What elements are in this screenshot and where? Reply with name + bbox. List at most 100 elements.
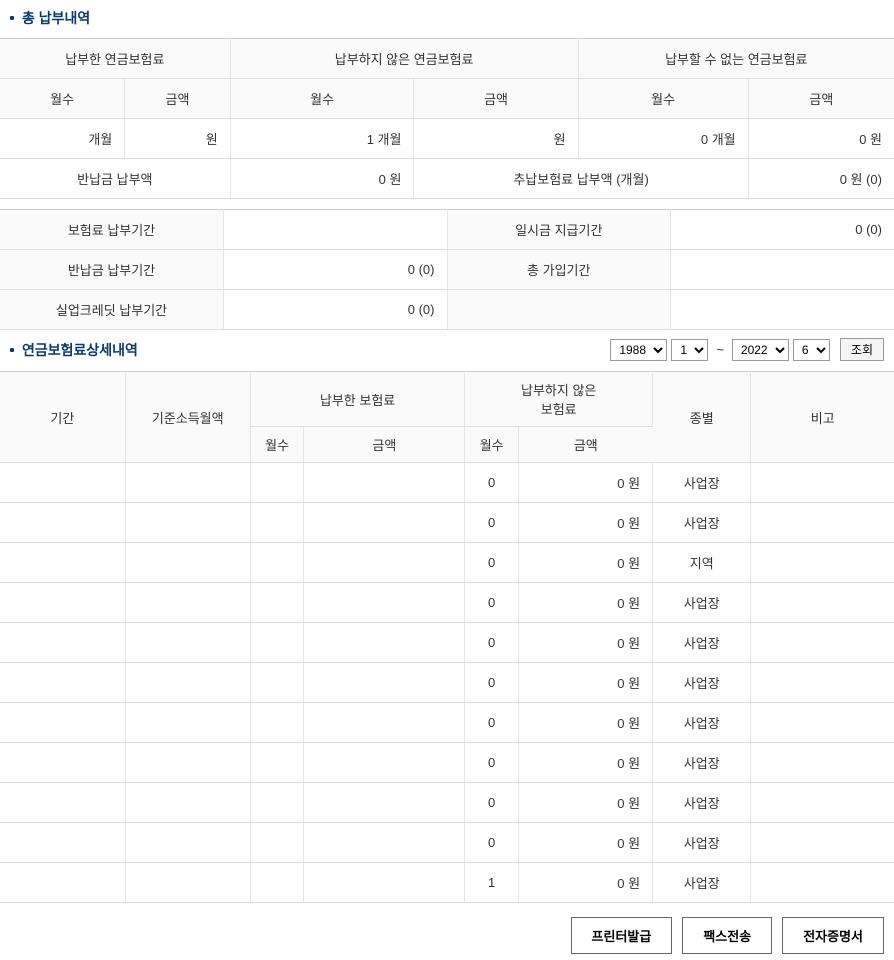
- cell-period: [0, 743, 125, 783]
- cell-paid-months: [250, 463, 304, 503]
- cell-type: 사업장: [653, 663, 751, 703]
- cell-baseincome: [125, 703, 250, 743]
- cell-remark: [751, 703, 894, 743]
- cell-unpaid-amount: 0 원: [518, 863, 652, 903]
- cell-paid-amount: [304, 503, 465, 543]
- cell-period: [0, 863, 125, 903]
- refund-val: 0 원: [230, 159, 414, 199]
- cell-period: [0, 703, 125, 743]
- th-amount: 금액: [518, 427, 652, 463]
- th-months: 월수: [250, 427, 304, 463]
- th-unpaid: 납부하지 않은 연금보험료: [230, 39, 578, 79]
- print-button[interactable]: 프린터발급: [571, 917, 673, 954]
- year-from-select[interactable]: 1988: [610, 339, 667, 361]
- cell-period: [0, 623, 125, 663]
- cell-type: 사업장: [653, 583, 751, 623]
- cell-period: [0, 823, 125, 863]
- th-paid: 납부한 연금보험료: [0, 39, 230, 79]
- table-row: 00 원사업장: [0, 503, 894, 543]
- refund-period-label: 반납금 납부기간: [0, 250, 224, 290]
- cell-remark: [751, 863, 894, 903]
- cell-period: [0, 503, 125, 543]
- table-row: 00 원사업장: [0, 783, 894, 823]
- cert-button[interactable]: 전자증명서: [782, 917, 884, 954]
- bullet-icon: [10, 348, 14, 352]
- addpay-val: 0 원 (0): [748, 159, 894, 199]
- paid-amount: 원: [125, 119, 230, 159]
- cell-unpaid-months: 0: [465, 783, 519, 823]
- cell-unpaid-amount: 0 원: [518, 743, 652, 783]
- unemployment-credit-label: 실업크레딧 납부기간: [0, 290, 224, 330]
- cell-unpaid-months: 1: [465, 863, 519, 903]
- title-text-2: 연금보험료상세내역: [22, 340, 138, 360]
- cell-type: 사업장: [653, 783, 751, 823]
- table-row: 00 원사업장: [0, 823, 894, 863]
- cell-unpaid-months: 0: [465, 703, 519, 743]
- fax-button[interactable]: 팩스전송: [682, 917, 772, 954]
- period-val: [224, 210, 448, 250]
- cell-unpaid-amount: 0 원: [518, 663, 652, 703]
- th-amount: 금액: [748, 79, 894, 119]
- th-month: 월수: [0, 79, 125, 119]
- refund-label: 반납금 납부액: [0, 159, 230, 199]
- cell-baseincome: [125, 743, 250, 783]
- cell-paid-months: [250, 703, 304, 743]
- cell-unpaid-amount: 0 원: [518, 703, 652, 743]
- lumpsum-label: 일시금 지급기간: [447, 210, 671, 250]
- cell-remark: [751, 463, 894, 503]
- year-to-select[interactable]: 2022: [732, 339, 789, 361]
- th-unpaid: 납부하지 않은 보험료: [465, 372, 653, 427]
- cell-period: [0, 783, 125, 823]
- th-amount: 금액: [125, 79, 230, 119]
- th-amount: 금액: [304, 427, 465, 463]
- excl-months: 0 개월: [578, 119, 748, 159]
- section-title-detail: 연금보험료상세내역: [10, 340, 138, 360]
- cell-paid-amount: [304, 463, 465, 503]
- cell-paid-months: [250, 863, 304, 903]
- cell-paid-months: [250, 583, 304, 623]
- cell-remark: [751, 743, 894, 783]
- table-row: 00 원사업장: [0, 743, 894, 783]
- cell-unpaid-months: 0: [465, 543, 519, 583]
- cell-period: [0, 543, 125, 583]
- th-baseincome: 기준소득월액: [125, 372, 250, 463]
- cell-baseincome: [125, 503, 250, 543]
- cell-paid-amount: [304, 583, 465, 623]
- cell-paid-amount: [304, 863, 465, 903]
- cell-baseincome: [125, 583, 250, 623]
- excl-amount: 0 원: [748, 119, 894, 159]
- cell-paid-months: [250, 543, 304, 583]
- cell-paid-months: [250, 783, 304, 823]
- cell-unpaid-amount: 0 원: [518, 783, 652, 823]
- lookup-button[interactable]: 조회: [840, 338, 884, 361]
- cell-paid-amount: [304, 783, 465, 823]
- th-period: 기간: [0, 372, 125, 463]
- th-type: 종별: [653, 372, 751, 463]
- unemployment-credit-val: 0 (0): [224, 290, 448, 330]
- cell-type: 사업장: [653, 823, 751, 863]
- paid-months: 개월: [0, 119, 125, 159]
- th-remark: 비고: [751, 372, 894, 463]
- cell-baseincome: [125, 543, 250, 583]
- month-to-select[interactable]: 6: [793, 339, 830, 361]
- cell-baseincome: [125, 863, 250, 903]
- cell-paid-amount: [304, 543, 465, 583]
- cell-remark: [751, 583, 894, 623]
- th-month: 월수: [578, 79, 748, 119]
- cell-paid-months: [250, 823, 304, 863]
- cell-remark: [751, 623, 894, 663]
- table-row: 00 원사업장: [0, 703, 894, 743]
- cell-paid-months: [250, 503, 304, 543]
- table-row: 00 원사업장: [0, 663, 894, 703]
- cell-baseincome: [125, 623, 250, 663]
- cell-period: [0, 663, 125, 703]
- total-period-label: 총 가입기간: [447, 250, 671, 290]
- cell-unpaid-months: 0: [465, 623, 519, 663]
- unpaid-months: 1 개월: [230, 119, 414, 159]
- empty-th: [447, 290, 671, 330]
- addpay-label: 추납보험료 납부액 (개월): [414, 159, 748, 199]
- cell-type: 사업장: [653, 863, 751, 903]
- cell-unpaid-months: 0: [465, 583, 519, 623]
- month-from-select[interactable]: 1: [671, 339, 708, 361]
- cell-paid-amount: [304, 743, 465, 783]
